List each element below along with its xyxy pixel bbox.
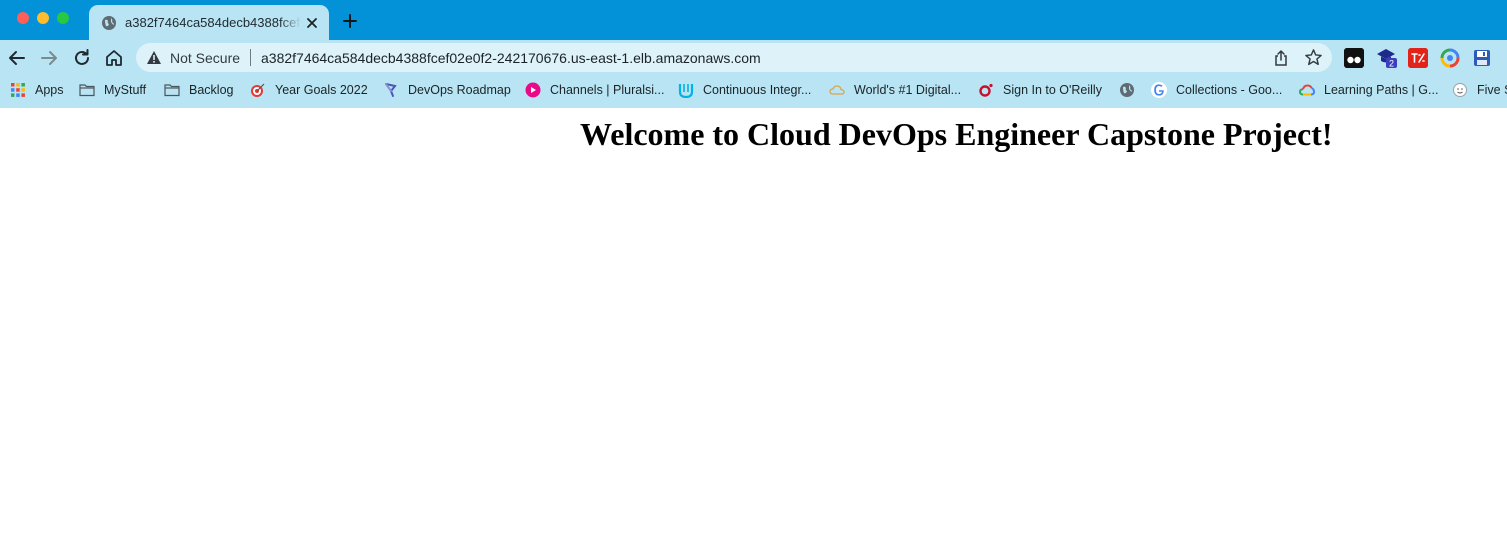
minimize-window-button[interactable]	[37, 12, 49, 24]
new-tab-button[interactable]	[340, 11, 360, 31]
google-cloud-icon	[1299, 84, 1315, 96]
bookmark-globe[interactable]	[1119, 76, 1144, 104]
back-button[interactable]	[6, 47, 28, 69]
bookmark-label: Apps	[35, 83, 64, 97]
browser-toolbar: Not Secure a382f7464ca584decb4388fcef02e…	[0, 40, 1507, 76]
bookmark-label: Channels | Pluralsi...	[550, 83, 665, 97]
bookmark-oreilly[interactable]: Sign In to O'Reilly	[978, 76, 1102, 104]
globe-icon	[102, 16, 116, 30]
close-tab-icon[interactable]	[303, 14, 321, 32]
reload-button[interactable]	[71, 47, 93, 69]
bookmark-label: Backlog	[189, 83, 234, 97]
bookmark-label: Five S	[1477, 83, 1507, 97]
bookmark-continuous-integration[interactable]: Continuous Integr...	[678, 76, 811, 104]
pluralsight-icon	[525, 82, 541, 98]
page-content: Welcome to Cloud DevOps Engineer Capston…	[0, 108, 1507, 554]
bookmark-label: Year Goals 2022	[275, 83, 368, 97]
bookmark-label: World's #1 Digital...	[854, 83, 962, 97]
tab-strip: a382f7464ca584decb4388fcef02e0f2-2421706…	[0, 0, 1507, 40]
save-extension-icon[interactable]	[1472, 48, 1492, 68]
active-tab[interactable]: a382f7464ca584decb4388fcef02e0f2-2421706…	[89, 5, 329, 40]
target-icon	[251, 83, 265, 97]
page-heading: Welcome to Cloud DevOps Engineer Capston…	[580, 116, 1333, 152]
warning-icon[interactable]	[146, 50, 162, 65]
apps-grid-icon	[11, 83, 25, 97]
url-text[interactable]: a382f7464ca584decb4388fcef02e0f2-2421706…	[261, 50, 761, 66]
bookmark-pluralsight[interactable]: Channels | Pluralsi...	[525, 76, 664, 104]
bookmark-label: Sign In to O'Reilly	[1003, 83, 1102, 97]
bookmark-worlds-1-digital[interactable]: World's #1 Digital...	[829, 76, 961, 104]
bookmark-folder-backlog[interactable]: Backlog	[164, 76, 233, 104]
bookmark-collections-google[interactable]: Collections - Goo...	[1151, 76, 1282, 104]
address-bar[interactable]: Not Secure a382f7464ca584decb4388fcef02e…	[136, 43, 1332, 72]
cloud-icon	[829, 85, 845, 95]
bookmark-apps[interactable]: Apps	[10, 76, 64, 104]
close-window-button[interactable]	[17, 12, 29, 24]
folder-icon	[164, 84, 180, 97]
todoist-extension-icon[interactable]	[1408, 48, 1428, 68]
bookmark-five-s[interactable]: Five S	[1452, 76, 1507, 104]
udacity-icon	[678, 84, 694, 98]
globe-icon	[1120, 83, 1134, 97]
address-separator	[250, 49, 251, 66]
folder-icon	[79, 84, 95, 97]
home-button[interactable]	[103, 47, 125, 69]
bookmark-star-icon[interactable]	[1304, 48, 1323, 67]
forward-button[interactable]	[38, 47, 60, 69]
bookmark-year-goals[interactable]: Year Goals 2022	[250, 76, 368, 104]
tampermonkey-extension-icon[interactable]	[1344, 48, 1364, 68]
google-icon	[1151, 82, 1167, 98]
graduation-cap-extension-icon[interactable]: 2	[1376, 47, 1398, 69]
bookmark-label: Collections - Goo...	[1176, 83, 1283, 97]
bookmarks-bar: Apps MyStuff Backlog Year Goals 2022 Dev…	[0, 76, 1507, 108]
security-label[interactable]: Not Secure	[170, 50, 240, 66]
bookmark-label: MyStuff	[104, 83, 147, 97]
share-icon[interactable]	[1272, 49, 1290, 67]
zoom-window-button[interactable]	[57, 12, 69, 24]
extension-badge: 2	[1389, 59, 1394, 69]
color-picker-extension-icon[interactable]	[1440, 48, 1460, 68]
bookmark-folder-mystuff[interactable]: MyStuff	[79, 76, 146, 104]
bookmark-label: Learning Paths | G...	[1324, 83, 1439, 97]
bookmark-devops-roadmap[interactable]: DevOps Roadmap	[383, 76, 511, 104]
bookmark-label: DevOps Roadmap	[408, 83, 511, 97]
bookmark-label: Continuous Integr...	[703, 83, 812, 97]
oreilly-icon	[979, 83, 993, 97]
roadmap-icon	[385, 83, 397, 97]
bookmark-learning-paths[interactable]: Learning Paths | G...	[1299, 76, 1438, 104]
smiley-icon	[1453, 83, 1467, 97]
tab-title: a382f7464ca584decb4388fcef02e0f2-2421706…	[125, 15, 301, 30]
